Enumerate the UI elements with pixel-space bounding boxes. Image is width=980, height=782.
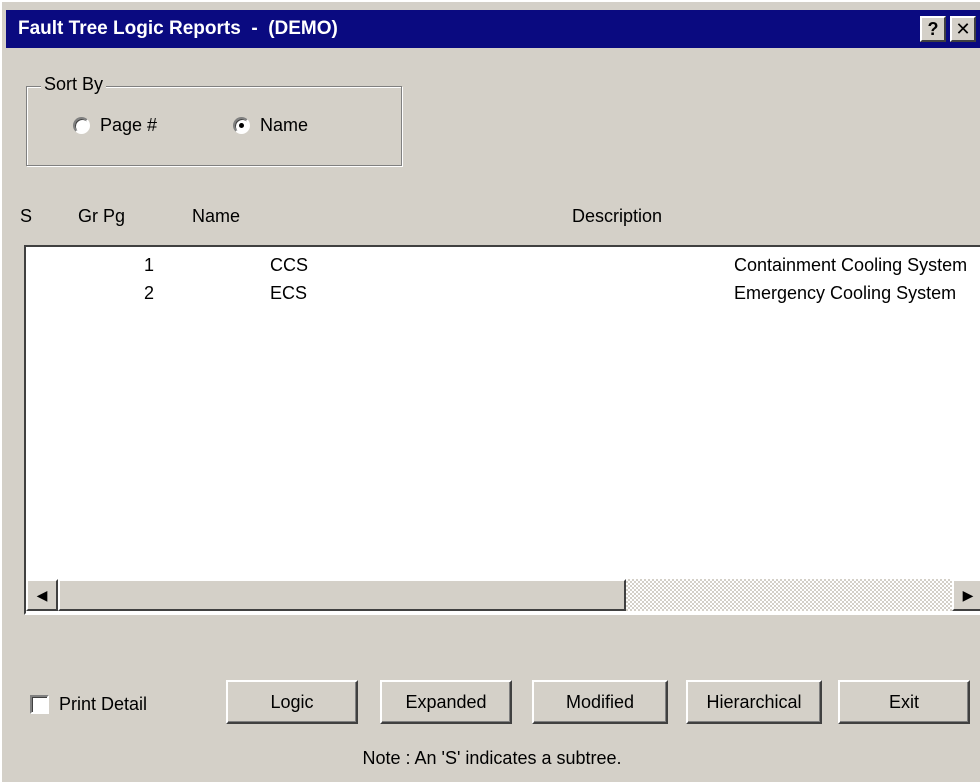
row-description: Emergency Cooling System (734, 283, 957, 303)
sort-by-label: Sort By (41, 74, 107, 95)
expanded-button[interactable]: Expanded (380, 680, 512, 724)
fault-tree-logic-reports-window: Fault Tree Logic Reports - (DEMO) ? ✕ So… (0, 0, 980, 782)
sort-page-radio[interactable]: Page # (73, 115, 157, 136)
window-title: Fault Tree Logic Reports - (DEMO) (18, 18, 338, 39)
horizontal-scrollbar[interactable]: ◀ ▶ (26, 579, 980, 611)
column-header-description: Description (572, 206, 663, 226)
column-header-name: Name (192, 206, 241, 226)
exit-button[interactable]: Exit (838, 680, 970, 724)
column-header-gr-pg: Gr Pg (78, 206, 126, 226)
scroll-left-button[interactable]: ◀ (26, 579, 58, 611)
arrow-right-icon: ▶ (962, 587, 974, 603)
column-header-s: S (20, 206, 33, 226)
arrow-left-icon: ◀ (36, 587, 48, 603)
subtree-note: Note : An 'S' indicates a subtree. (362, 748, 622, 768)
print-detail-checkbox[interactable]: Print Detail (30, 694, 147, 715)
logic-button[interactable]: Logic (226, 680, 358, 724)
modified-button[interactable]: Modified (532, 680, 668, 724)
title-bar[interactable]: Fault Tree Logic Reports - (DEMO) ? ✕ (6, 10, 980, 48)
fault-tree-list[interactable]: 1 CCS Containment Cooling System 2 ECS E… (24, 245, 980, 615)
sort-by-group: Sort By Page # Name (26, 74, 402, 166)
checkbox-box-icon (30, 695, 49, 714)
radio-dot-icon (239, 123, 244, 128)
hierarchical-button[interactable]: Hierarchical (686, 680, 822, 724)
scroll-right-button[interactable]: ▶ (952, 579, 980, 611)
list-row[interactable]: 1 CCS Containment Cooling System (26, 251, 980, 279)
row-name: ECS (270, 283, 308, 303)
sort-page-label: Page # (100, 115, 158, 135)
sort-name-label: Name (260, 115, 309, 135)
scrollbar-thumb[interactable] (58, 579, 626, 611)
row-page: 2 (144, 283, 155, 303)
close-button[interactable]: ✕ (950, 16, 976, 42)
row-page: 1 (144, 255, 155, 275)
radio-circle-icon (233, 117, 250, 134)
print-detail-label: Print Detail (59, 694, 148, 714)
list-row[interactable]: 2 ECS Emergency Cooling System (26, 279, 980, 307)
row-description: Containment Cooling System (734, 255, 968, 275)
help-button[interactable]: ? (920, 16, 946, 42)
radio-circle-icon (73, 117, 90, 134)
row-name: CCS (270, 255, 309, 275)
sort-name-radio[interactable]: Name (233, 115, 308, 136)
